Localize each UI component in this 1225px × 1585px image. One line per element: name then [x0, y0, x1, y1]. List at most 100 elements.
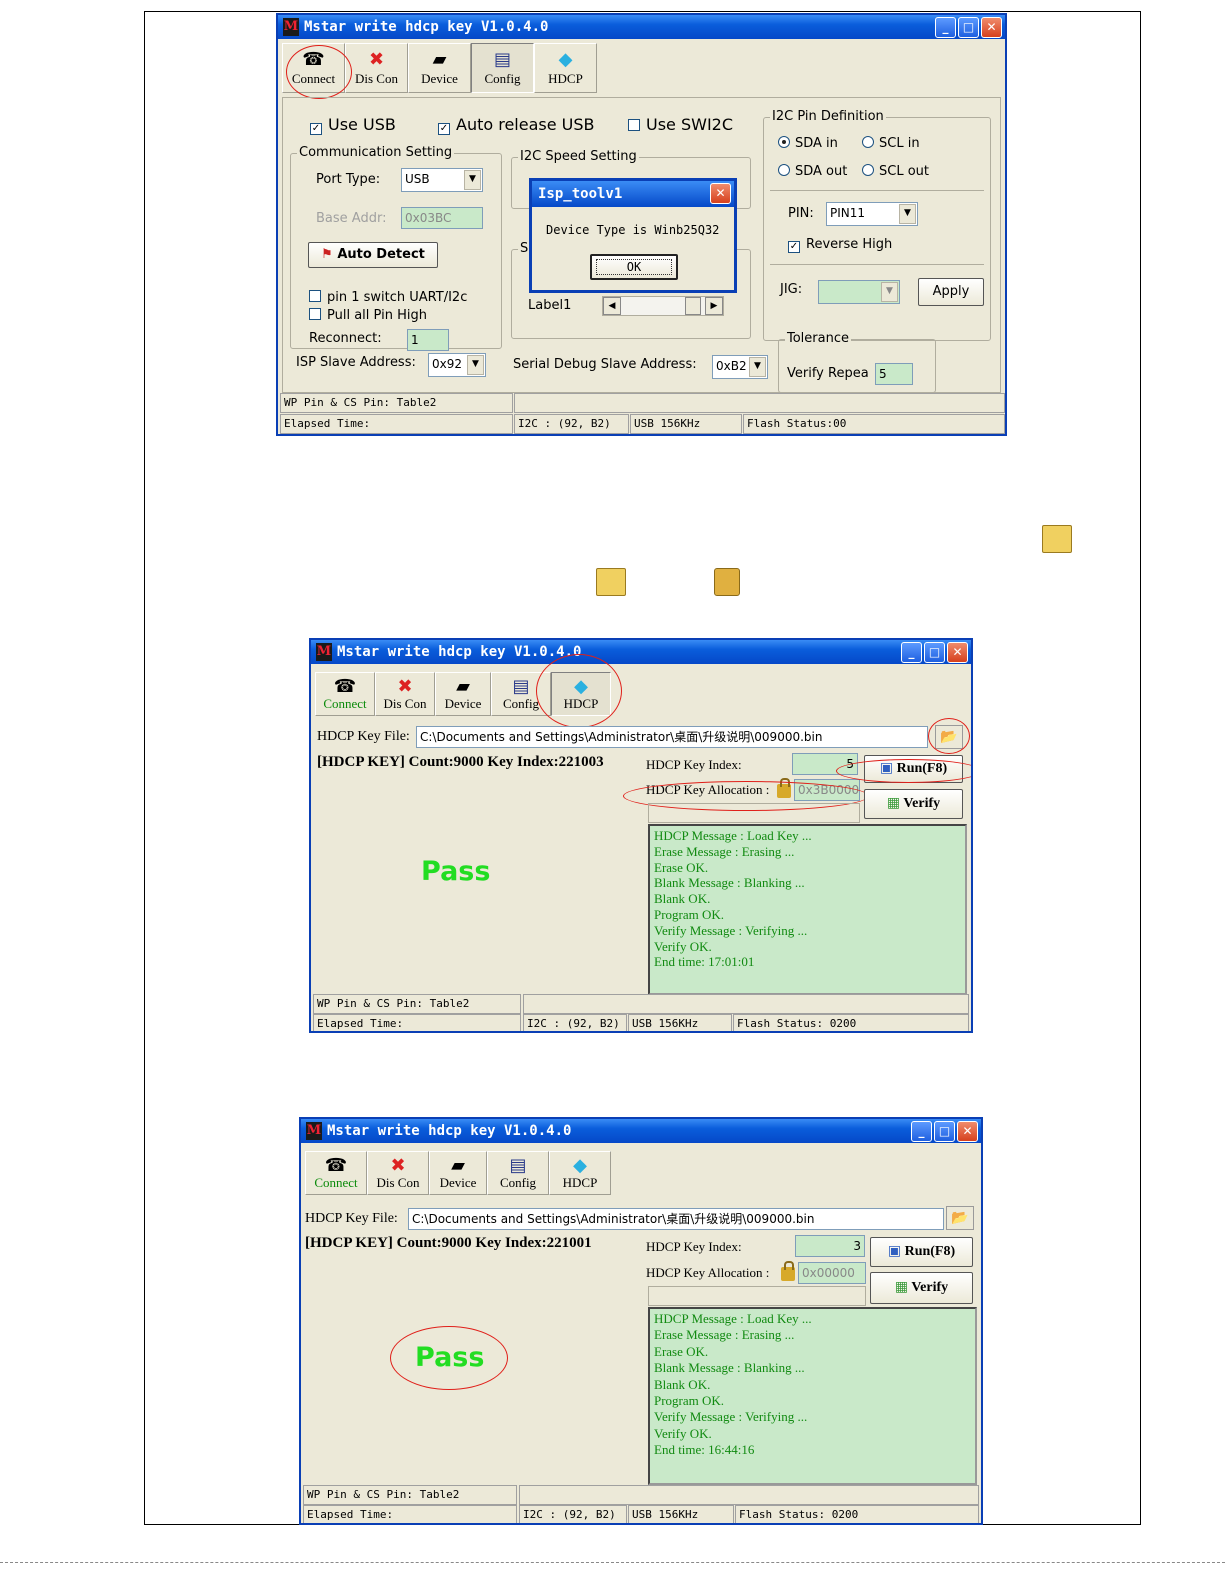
config-button[interactable]: ▤ Config	[471, 43, 534, 93]
connect-button[interactable]: ☎ Connect	[305, 1151, 367, 1195]
base-addr-field[interactable]: 0x03BC	[401, 207, 483, 229]
scl-out-radio[interactable]: SCL out	[862, 164, 929, 179]
device-button[interactable]: ▰ Device	[429, 1151, 487, 1195]
dialog-ok-button[interactable]: OK	[590, 254, 678, 280]
reconnect-label: Reconnect:	[309, 331, 382, 346]
apply-button[interactable]: Apply	[918, 278, 984, 306]
key-alloc-field[interactable]: 0x00000	[798, 1262, 866, 1284]
run-button[interactable]: ▣ Run(F8)	[870, 1237, 973, 1267]
hdcp-button[interactable]: ◆ HDCP	[549, 1151, 611, 1195]
open-folder-icon: 📂	[951, 1210, 969, 1226]
status-flash: Flash Status: 0200	[735, 1505, 979, 1523]
disconnect-button[interactable]: ✖ Dis Con	[375, 672, 435, 716]
serial-debug-select[interactable]: 0xB2 ▼	[712, 355, 768, 379]
title-bar[interactable]: M Mstar write hdcp key V1.0.4.0 _ □ ✕	[311, 640, 971, 664]
key-index-field[interactable]: 3	[795, 1235, 865, 1257]
dialog-close-button[interactable]: ✕	[710, 183, 731, 204]
status-bar-row2: Elapsed Time:	[313, 1014, 521, 1031]
use-usb-checkbox[interactable]: ✓ Use USB	[310, 115, 396, 135]
dialog-title-bar[interactable]: Isp_toolv1	[532, 181, 734, 207]
reconnect-field[interactable]: 1	[407, 329, 449, 351]
scroll-left-icon[interactable]: ◀	[603, 297, 621, 315]
title-bar[interactable]: M Mstar write hdcp key V1.0.4.0 _ □ ✕	[278, 15, 1005, 39]
label1-scrollbar[interactable]: ◀ ▶	[602, 296, 724, 316]
minimize-button[interactable]: _	[911, 1121, 932, 1142]
run-icon: ▣	[887, 1244, 905, 1259]
reverse-high-checkbox[interactable]: ✓ Reverse High	[788, 237, 892, 253]
verify-repeat-field[interactable]: 5	[875, 363, 913, 385]
scroll-right-icon[interactable]: ▶	[705, 297, 723, 315]
connect-icon: ☎	[324, 1155, 348, 1175]
auto-release-usb-checkbox[interactable]: ✓ Auto release USB	[438, 115, 595, 135]
close-button[interactable]: ✕	[981, 17, 1002, 38]
device-button[interactable]: ▰ Device	[435, 672, 491, 716]
app-logo-icon: M	[283, 18, 299, 36]
status-bar-row1-right	[523, 994, 969, 1014]
verify-button[interactable]: ▦ Verify	[870, 1272, 973, 1304]
minimize-button[interactable]: _	[935, 17, 956, 38]
window-title: Mstar write hdcp key V1.0.4.0	[337, 644, 582, 660]
verify-button[interactable]: ▦ Verify	[864, 789, 963, 819]
key-file-path-field[interactable]: C:\Documents and Settings\Administrator\…	[416, 726, 928, 748]
status-flash: Flash Status:00	[743, 414, 1005, 434]
port-type-select[interactable]: USB ▼	[401, 168, 483, 192]
status-bar-row1: WP Pin & CS Pin: Table2	[313, 994, 521, 1014]
log-line: Blank OK.	[654, 891, 711, 907]
device-type-dialog: Isp_toolv1 ✕ Device Type is Winb25Q32 OK	[529, 178, 737, 293]
hdcp-button[interactable]: ◆ HDCP	[534, 43, 597, 93]
sda-in-radio[interactable]: SDA in	[778, 136, 838, 151]
maximize-button[interactable]: □	[958, 17, 979, 38]
title-bar[interactable]: M Mstar write hdcp key V1.0.4.0 _ □ ✕	[301, 1119, 981, 1143]
log-line: Erase OK.	[654, 859, 709, 875]
status-usb: USB 156KHz	[630, 414, 742, 434]
disconnect-button[interactable]: ✖ Dis Con	[367, 1151, 429, 1195]
pull-all-pin-check-icon	[309, 308, 321, 320]
auto-detect-button[interactable]: ⚑ Auto Detect	[308, 242, 438, 268]
disconnect-icon: ✖	[397, 676, 413, 696]
i2c-pin-definition-group: I2C Pin Definition SDA in SCL in SDA out…	[763, 109, 991, 341]
close-button[interactable]: ✕	[947, 642, 968, 663]
scl-in-radio[interactable]: SCL in	[862, 136, 920, 151]
jig-select[interactable]: ▼	[818, 280, 900, 304]
pull-all-pin-checkbox[interactable]: Pull all Pin High	[309, 308, 427, 323]
open-file-button[interactable]: 📂	[946, 1206, 974, 1230]
annotation-circle-run	[836, 759, 971, 783]
isp-slave-select[interactable]: 0x92 ▼	[428, 353, 486, 377]
pin-select[interactable]: PIN11 ▼	[826, 202, 918, 226]
log-line: Program OK.	[654, 1393, 725, 1409]
alloc-blank-field	[648, 1286, 866, 1306]
connect-button[interactable]: ☎ Connect	[315, 672, 375, 716]
alloc-blank-field	[648, 803, 860, 823]
config-icon: ▤	[512, 676, 530, 696]
use-swi2c-checkbox[interactable]: Use SWI2C	[628, 115, 733, 134]
key-file-path-field[interactable]: C:\Documents and Settings\Administrator\…	[408, 1208, 944, 1230]
pin1-switch-checkbox[interactable]: pin 1 switch UART/I2c	[309, 290, 467, 305]
device-button[interactable]: ▰ Device	[408, 43, 471, 93]
maximize-button[interactable]: □	[934, 1121, 955, 1142]
pass-indicator: Pass	[421, 856, 491, 887]
log-line: Blank Message : Blanking ...	[654, 1360, 805, 1376]
close-button[interactable]: ✕	[957, 1121, 978, 1142]
minimize-button[interactable]: _	[901, 642, 922, 663]
hdcp-log: HDCP Message : Load Key ... Erase Messag…	[648, 824, 967, 995]
status-bar-row2: Elapsed Time:	[303, 1505, 517, 1523]
log-line: Program OK.	[654, 906, 725, 922]
lock-icon	[714, 568, 740, 596]
disconnect-button[interactable]: ✖ Dis Con	[345, 43, 408, 93]
status-bar-row2: Elapsed Time:	[280, 414, 513, 434]
log-line: Erase Message : Erasing ...	[654, 843, 795, 859]
log-line: Verify Message : Verifying ...	[654, 1409, 808, 1425]
config-icon: ▤	[509, 1155, 527, 1175]
maximize-button[interactable]: □	[924, 642, 945, 663]
config-button[interactable]: ▤ Config	[487, 1151, 549, 1195]
disconnect-icon: ✖	[368, 49, 385, 69]
verify-repeat-label: Verify Repea	[787, 366, 869, 381]
sda-out-radio[interactable]: SDA out	[778, 164, 847, 179]
status-i2c: I2C : (92, B2)	[514, 414, 629, 434]
pin-def-divider	[770, 190, 984, 191]
app-logo-icon: M	[306, 1122, 322, 1140]
scroll-thumb[interactable]	[685, 297, 701, 315]
annotation-circle-pass	[390, 1326, 508, 1390]
open-folder-icon	[1042, 525, 1072, 553]
device-icon: ▰	[451, 1155, 465, 1175]
